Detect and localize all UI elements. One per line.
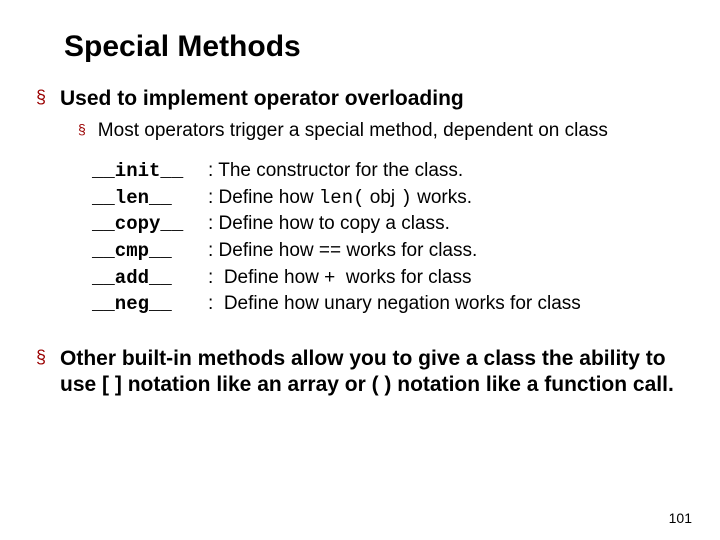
method-desc: Define how unary negation works for clas… <box>213 291 581 318</box>
method-desc: Define how + works for class <box>213 265 471 292</box>
page-number: 101 <box>669 510 692 526</box>
method-row: __copy__: Define how to copy a class. <box>92 211 684 238</box>
method-mid: obj <box>365 185 401 212</box>
bullet-1-1-text: Most operators trigger a special method,… <box>98 120 608 142</box>
method-row: __neg__ : Define how unary negation work… <box>92 291 684 318</box>
bullet-2: § Other built-in methods allow you to gi… <box>36 346 684 399</box>
method-name: __neg__ <box>92 291 208 318</box>
method-name: __copy__ <box>92 211 208 238</box>
method-row: __init__: The constructor for the class. <box>92 158 684 185</box>
method-code: len( <box>319 185 365 212</box>
method-row: __cmp__ : Define how == works for class. <box>92 238 684 265</box>
slide-title: Special Methods <box>64 30 684 64</box>
method-name: __len__ <box>92 185 208 212</box>
bullet-marker-icon: § <box>36 86 46 109</box>
bullet-marker-icon: § <box>78 120 86 140</box>
method-row: __len__ : Define how len( obj ) works. <box>92 185 684 212</box>
method-name: __cmp__ <box>92 238 208 265</box>
method-desc: The constructor for the class. <box>213 158 463 185</box>
bullet-1-1: § Most operators trigger a special metho… <box>78 120 684 142</box>
method-row: __add__ : Define how + works for class <box>92 265 684 292</box>
bullet-2-text: Other built-in methods allow you to give… <box>60 346 684 399</box>
methods-list: __init__: The constructor for the class.… <box>92 158 684 318</box>
bullet-marker-icon: § <box>36 346 46 369</box>
method-desc: Define how <box>213 185 319 212</box>
method-name: __add__ <box>92 265 208 292</box>
method-name: __init__ <box>92 158 208 185</box>
method-desc: Define how to copy a class. <box>213 211 450 238</box>
bullet-1: § Used to implement operator overloading <box>36 86 684 112</box>
bullet-1-text: Used to implement operator overloading <box>60 86 464 112</box>
method-code2: ) <box>400 185 411 212</box>
method-desc-post: works. <box>412 185 472 212</box>
method-desc: Define how == works for class. <box>213 238 477 265</box>
